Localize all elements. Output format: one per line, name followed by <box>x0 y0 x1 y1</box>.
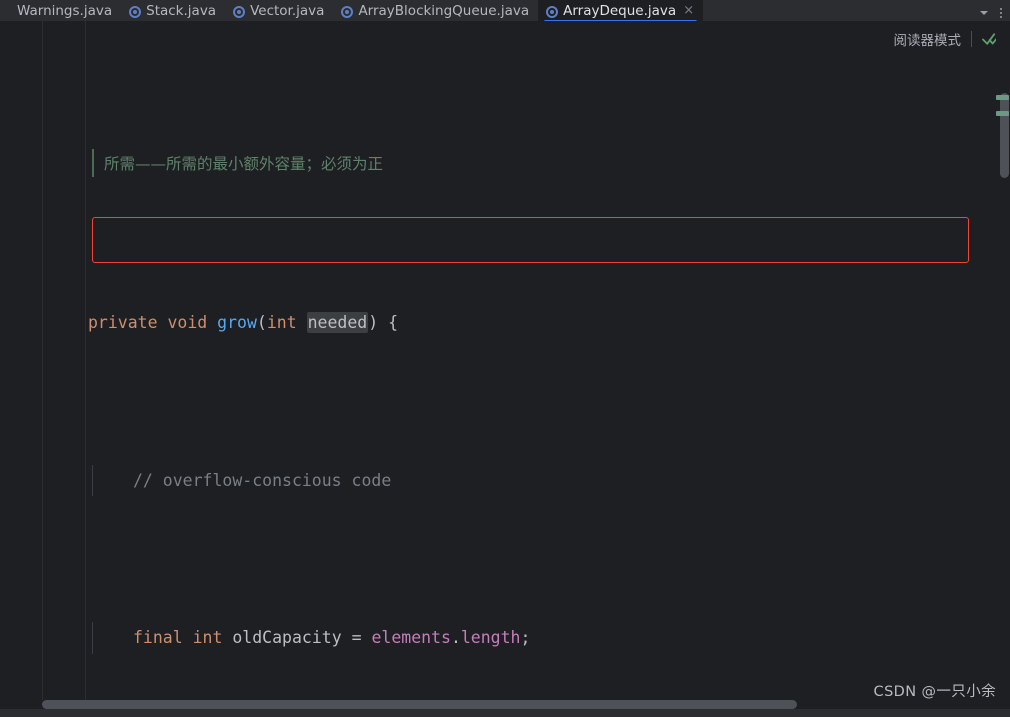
code-line-text: private void grow(int needed) { <box>88 312 399 333</box>
tab-arrayblockingqueue-java[interactable]: ArrayBlockingQueue.java <box>333 0 538 21</box>
tab-stack-java[interactable]: Stack.java <box>121 0 225 21</box>
divider <box>971 31 972 47</box>
more-options-icon[interactable] <box>1000 7 1002 18</box>
javadoc-bar <box>92 149 94 177</box>
tab-vector-java[interactable]: Vector.java <box>225 0 333 21</box>
javadoc-text: 所需——所需的最小额外容量；必须为正 <box>104 155 384 173</box>
code-line-text: // overflow-conscious code <box>133 470 392 490</box>
code-line[interactable]: 所需——所需的最小额外容量；必须为正 <box>0 147 1010 181</box>
editor-tab-bar[interactable]: Warnings.java Stack.java Vector.java Arr… <box>0 0 1010 21</box>
ide-window: Warnings.java Stack.java Vector.java Arr… <box>0 0 1010 717</box>
editor-bottom-bar <box>0 709 1010 717</box>
code-line[interactable]: // overflow-conscious code <box>0 464 1010 496</box>
horizontal-scrollbar-track[interactable] <box>42 700 996 709</box>
tab-label: ArrayBlockingQueue.java <box>358 2 530 19</box>
code-line[interactable]: private void grow(int needed) { <box>0 307 1010 339</box>
code-line-text: final int oldCapacity = elements.length; <box>133 628 531 647</box>
java-class-icon <box>233 5 246 18</box>
tab-warnings-java[interactable]: Warnings.java <box>0 0 121 21</box>
code-text-area[interactable]: 所需——所需的最小额外容量；必须为正 private void grow(int… <box>0 21 1010 717</box>
horizontal-scrollbar-thumb[interactable] <box>42 700 797 709</box>
tab-label: Stack.java <box>146 2 217 19</box>
vertical-scrollbar-track[interactable] <box>996 21 1010 717</box>
code-editor[interactable]: 所需——所需的最小额外容量；必须为正 private void grow(int… <box>0 21 1010 717</box>
close-icon[interactable]: × <box>683 3 694 18</box>
java-class-icon <box>546 5 559 18</box>
code-line[interactable]: final int oldCapacity = elements.length; <box>0 622 1010 654</box>
tab-label: ArrayDeque.java <box>563 2 677 19</box>
tab-bar-controls <box>976 0 1010 21</box>
reader-mode-label[interactable]: 阅读器模式 <box>894 29 962 49</box>
java-class-icon <box>129 5 142 18</box>
chevron-down-icon[interactable] <box>980 10 988 15</box>
tab-label: Warnings.java <box>17 2 113 19</box>
inspection-marker[interactable] <box>996 95 1009 100</box>
inspection-marker[interactable] <box>996 111 1009 116</box>
java-class-icon <box>341 5 354 18</box>
vertical-scrollbar-thumb[interactable] <box>1000 93 1009 178</box>
tab-label: Vector.java <box>250 2 325 19</box>
tab-arraydeque-java[interactable]: ArrayDeque.java × <box>538 0 704 21</box>
reader-mode-widget[interactable]: 阅读器模式 <box>894 29 1003 49</box>
watermark: CSDN @一只小余 <box>873 684 996 700</box>
